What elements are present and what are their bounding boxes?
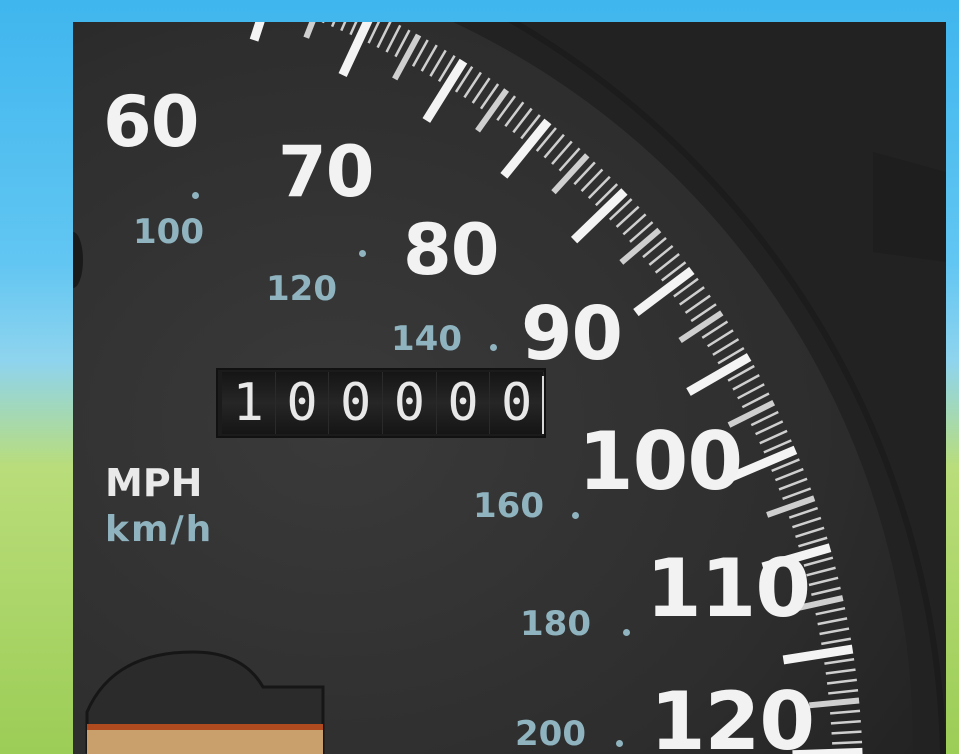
odometer-digit: 1	[222, 372, 276, 434]
mph-label-120: 120	[650, 675, 815, 754]
kmh-label-140: 140	[391, 319, 462, 359]
minor-tick	[831, 730, 862, 735]
kmh-label-100: 100	[133, 212, 204, 252]
unit-kmh-label: km/h	[105, 509, 214, 550]
unit-mph-label: MPH	[105, 461, 203, 505]
kmh-dot-120	[359, 250, 366, 257]
minor-tick	[832, 740, 863, 745]
odometer-tick	[542, 376, 544, 434]
mph-label-90: 90	[521, 291, 623, 377]
odometer-digit: 0	[436, 372, 491, 434]
odometer-digit: 0	[383, 372, 437, 434]
kmh-label-180: 180	[520, 604, 591, 644]
kmh-label-120: 120	[266, 269, 337, 309]
mph-label-70: 70	[278, 131, 374, 213]
kmh-dot-200	[616, 740, 623, 747]
kmh-dot-180	[623, 629, 630, 636]
odometer-digit: 0	[329, 372, 384, 434]
speedometer-photo: 60 70 80 90 100 110 120 100 120 140 160 …	[73, 22, 946, 754]
kmh-dot-160	[572, 512, 579, 519]
kmh-label-200: 200	[515, 714, 586, 754]
mph-label-60: 60	[103, 81, 199, 163]
kmh-dot-100	[192, 192, 199, 199]
mph-label-100: 100	[578, 415, 743, 508]
kmh-dot-140	[490, 344, 497, 351]
odometer: 1 0 0 0 0 0	[216, 368, 546, 438]
mph-label-110: 110	[646, 542, 811, 635]
kmh-label-160: 160	[473, 486, 544, 526]
odometer-digit: 0	[275, 372, 330, 434]
mph-label-80: 80	[403, 209, 499, 291]
odometer-digit: 0	[490, 372, 545, 434]
slide-background: 60 70 80 90 100 110 120 100 120 140 160 …	[0, 0, 959, 754]
